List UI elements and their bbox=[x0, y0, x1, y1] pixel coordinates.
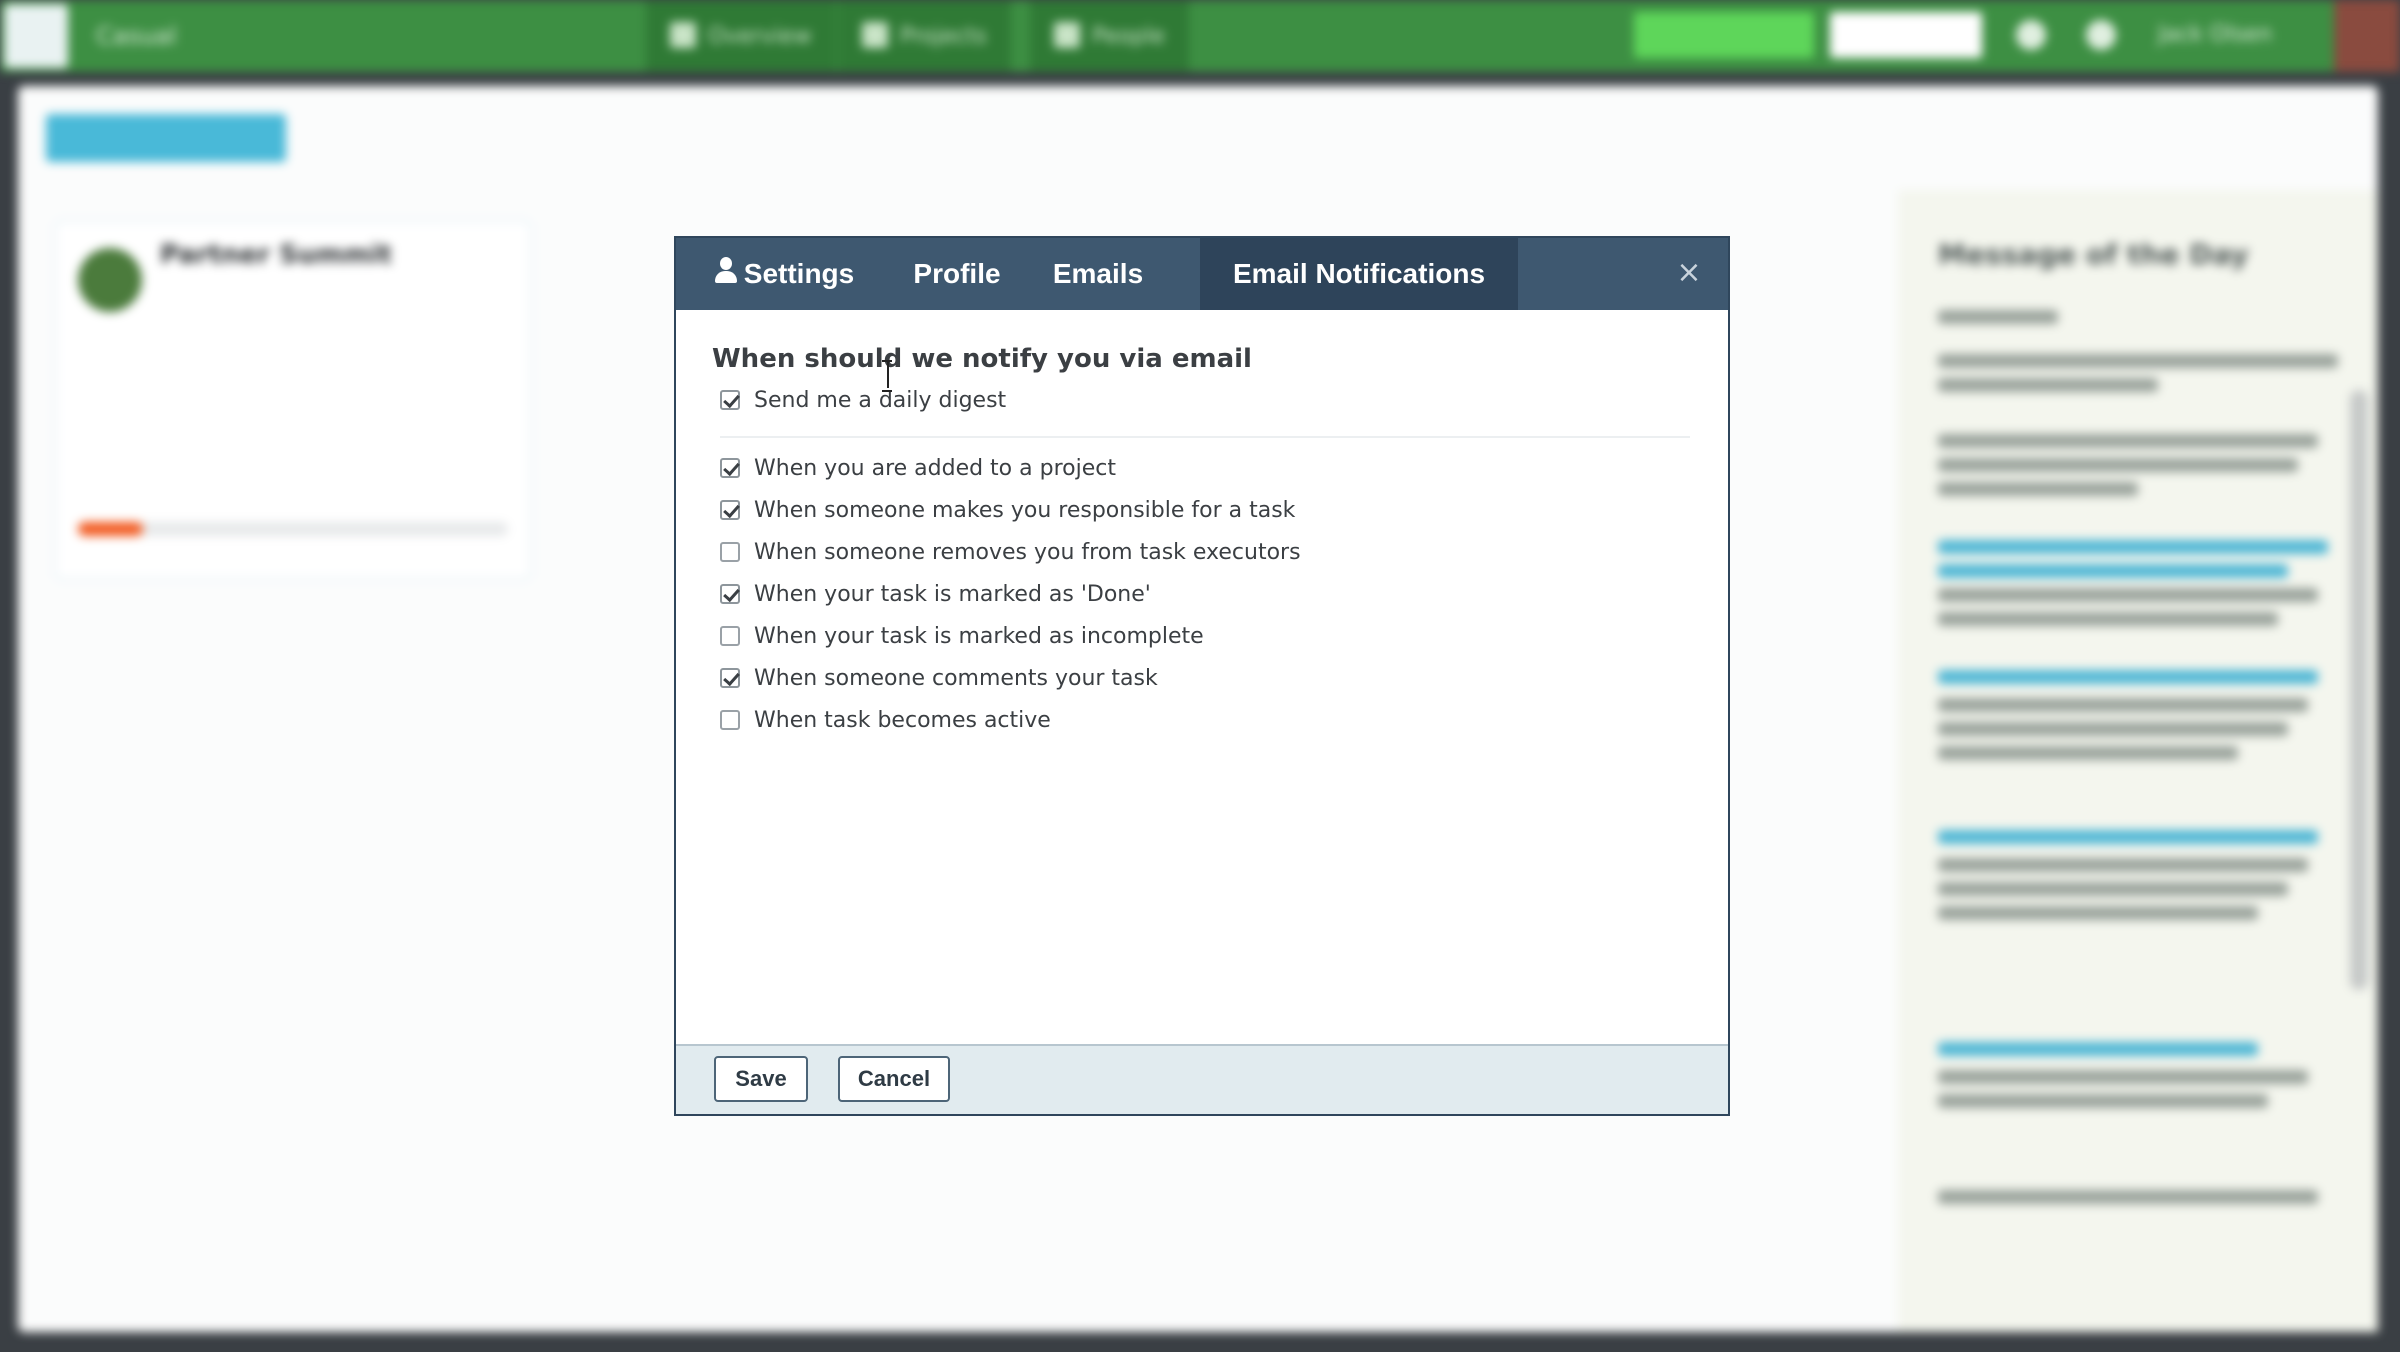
nav-tab-overview[interactable]: Overview bbox=[646, 0, 836, 72]
settings-modal: Settings Profile Emails Email Notificati… bbox=[674, 236, 1730, 1116]
checkbox[interactable] bbox=[720, 626, 740, 646]
projects-icon bbox=[862, 22, 888, 48]
checkbox[interactable] bbox=[720, 584, 740, 604]
checkbox-label: When you are added to a project bbox=[754, 455, 1116, 481]
user-menu[interactable]: Jack Olsen bbox=[2158, 22, 2272, 47]
cancel-button[interactable]: Cancel bbox=[838, 1056, 950, 1102]
text-line bbox=[1938, 906, 2258, 920]
tab-label: Settings bbox=[743, 258, 855, 289]
tab-email-notifications[interactable]: Email Notifications bbox=[1200, 238, 1518, 310]
checkbox-daily-digest[interactable]: Send me a daily digest bbox=[720, 384, 1006, 416]
checkbox[interactable] bbox=[720, 710, 740, 730]
article-link[interactable] bbox=[1938, 830, 2318, 844]
modal-tab-bar: Settings Profile Emails Email Notificati… bbox=[676, 238, 1728, 310]
nav-tab-label: Overview bbox=[708, 24, 812, 49]
divider bbox=[720, 436, 1690, 438]
modal-footer: Save Cancel bbox=[676, 1044, 1728, 1114]
checkbox[interactable] bbox=[720, 500, 740, 520]
text-line bbox=[1938, 310, 2058, 324]
checkbox-label: Send me a daily digest bbox=[754, 387, 1007, 413]
project-card[interactable]: Partner Summit bbox=[54, 220, 532, 580]
side-panel-title: Message of the Day bbox=[1938, 238, 2249, 271]
checkbox-removed-from-executors[interactable]: When someone removes you from task execu… bbox=[720, 536, 1301, 568]
text-line bbox=[1938, 722, 2288, 736]
checkbox-task-marked-incomplete[interactable]: When your task is marked as incomplete bbox=[720, 620, 1204, 652]
camera-icon[interactable] bbox=[2016, 20, 2046, 50]
article-link[interactable] bbox=[1938, 564, 2288, 578]
checkbox[interactable] bbox=[720, 458, 740, 478]
tab-settings[interactable]: Settings bbox=[676, 238, 892, 310]
text-line bbox=[1938, 1070, 2308, 1084]
text-line bbox=[1938, 458, 2298, 472]
nav-tab-projects[interactable]: Projects bbox=[838, 0, 1011, 72]
project-progress-bar bbox=[78, 522, 508, 536]
checkbox-label: When someone comments your task bbox=[754, 665, 1158, 691]
project-title: Partner Summit bbox=[160, 240, 392, 270]
article-link[interactable] bbox=[1938, 670, 2318, 684]
tab-label: Emails bbox=[1052, 258, 1144, 289]
text-line bbox=[1938, 378, 2158, 392]
app-logo[interactable] bbox=[4, 4, 68, 68]
checkbox[interactable] bbox=[720, 668, 740, 688]
checkbox-label: When someone makes you responsible for a… bbox=[754, 497, 1296, 523]
message-of-the-day-panel: Message of the Day bbox=[1898, 190, 2378, 1332]
text-line bbox=[1938, 482, 2138, 496]
people-icon bbox=[1054, 22, 1080, 48]
notification-heading: When should we notify you via email bbox=[712, 344, 1252, 374]
text-line bbox=[1938, 1190, 2318, 1204]
modal-body: When should we notify you via email Send… bbox=[676, 310, 1728, 1000]
topbar-search-input[interactable] bbox=[1830, 12, 1982, 58]
checkbox-label: When task becomes active bbox=[754, 707, 1051, 733]
tab-emails[interactable]: Emails bbox=[1022, 238, 1174, 310]
article-link[interactable] bbox=[1938, 540, 2328, 554]
checkbox-task-marked-done[interactable]: When your task is marked as 'Done' bbox=[720, 578, 1151, 610]
close-icon[interactable]: × bbox=[1672, 256, 1706, 290]
checkbox-label: When your task is marked as 'Done' bbox=[754, 581, 1151, 607]
project-avatar bbox=[78, 248, 142, 312]
add-project-button[interactable] bbox=[46, 114, 286, 162]
checkbox-task-becomes-active[interactable]: When task becomes active bbox=[720, 704, 1051, 736]
checkbox-label: When someone removes you from task execu… bbox=[754, 539, 1301, 565]
text-line bbox=[1938, 746, 2238, 760]
text-line bbox=[1938, 354, 2338, 368]
checkbox-added-to-project[interactable]: When you are added to a project bbox=[720, 452, 1116, 484]
checkbox-comments-your-task[interactable]: When someone comments your task bbox=[720, 662, 1158, 694]
tab-profile[interactable]: Profile bbox=[892, 238, 1022, 310]
tab-label: Email Notifications bbox=[1232, 258, 1486, 289]
text-line bbox=[1938, 612, 2278, 626]
text-cursor-icon bbox=[882, 360, 892, 392]
text-line bbox=[1938, 588, 2318, 602]
user-icon bbox=[714, 257, 738, 285]
topbar-action-button[interactable] bbox=[1634, 12, 1814, 58]
checkbox[interactable] bbox=[720, 390, 740, 410]
checkbox-label: When your task is marked as incomplete bbox=[754, 623, 1204, 649]
save-button[interactable]: Save bbox=[714, 1056, 808, 1102]
text-line bbox=[1938, 858, 2308, 872]
article-link[interactable] bbox=[1938, 1042, 2258, 1056]
help-icon[interactable] bbox=[2086, 20, 2116, 50]
nav-tab-people[interactable]: People bbox=[1030, 0, 1190, 72]
avatar[interactable] bbox=[2334, 0, 2400, 72]
checkbox-responsible-for-task[interactable]: When someone makes you responsible for a… bbox=[720, 494, 1295, 526]
breadcrumb[interactable]: Casual bbox=[96, 22, 177, 50]
top-navigation-bar: Casual Overview Projects People Jack Ols… bbox=[0, 0, 2400, 72]
text-line bbox=[1938, 434, 2318, 448]
text-line bbox=[1938, 1094, 2268, 1108]
side-panel-scrollbar[interactable] bbox=[2350, 390, 2368, 990]
overview-icon bbox=[670, 22, 696, 48]
nav-tab-label: People bbox=[1092, 24, 1166, 49]
tab-label: Profile bbox=[913, 258, 1001, 289]
text-line bbox=[1938, 698, 2308, 712]
project-progress-fill bbox=[78, 522, 143, 536]
text-line bbox=[1938, 882, 2288, 896]
nav-tab-label: Projects bbox=[900, 24, 987, 49]
checkbox[interactable] bbox=[720, 542, 740, 562]
